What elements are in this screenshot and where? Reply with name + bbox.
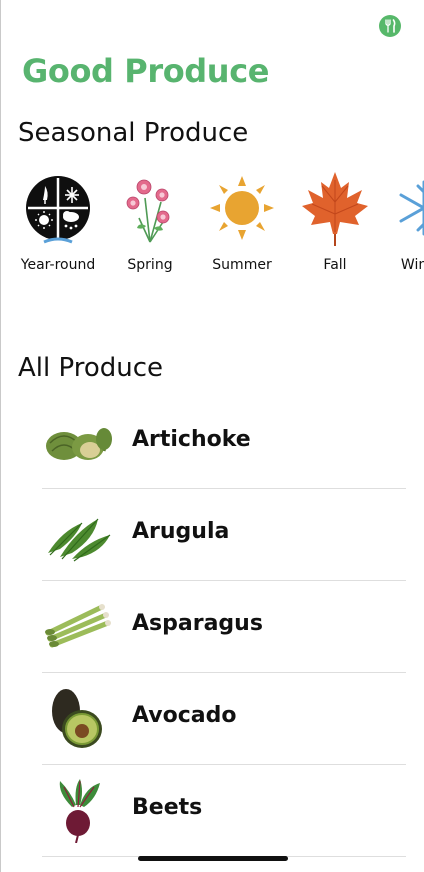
season-item-spring[interactable]: Spring: [106, 170, 194, 280]
seasonal-produce-title: Seasonal Produce: [18, 118, 249, 148]
season-label: Winter: [400, 257, 424, 273]
season-label: Fall: [323, 257, 347, 273]
maple-leaf-icon: [302, 172, 368, 246]
seasonal-carousel[interactable]: Year-round Spring Summer Fall Win: [0, 170, 424, 280]
app-title: Good Produce: [22, 52, 270, 90]
artichoke-image: [46, 428, 112, 460]
list-item-beets[interactable]: Beets: [0, 765, 424, 857]
produce-name: Artichoke: [132, 427, 251, 452]
produce-name: Asparagus: [132, 611, 263, 636]
season-item-summer[interactable]: Summer: [198, 170, 286, 280]
season-label: Spring: [127, 257, 173, 273]
fork-knife-icon[interactable]: [379, 15, 401, 37]
season-label: Year-round: [20, 257, 96, 273]
season-item-year-round[interactable]: Year-round: [14, 170, 102, 280]
produce-name: Beets: [132, 795, 203, 820]
produce-name: Arugula: [132, 519, 230, 544]
season-label: Summer: [212, 257, 272, 273]
snowflake-icon: [399, 180, 424, 236]
asparagus-image: [45, 604, 111, 648]
all-produce-title: All Produce: [18, 353, 164, 383]
list-item-avocado[interactable]: Avocado: [0, 673, 424, 765]
list-item-asparagus[interactable]: Asparagus: [0, 581, 424, 673]
avocado-image: [52, 689, 102, 748]
season-item-fall[interactable]: Fall: [291, 170, 379, 280]
produce-name: Avocado: [132, 703, 237, 728]
flowers-icon: [126, 179, 170, 243]
list-item-artichoke[interactable]: Artichoke: [0, 397, 424, 489]
season-item-winter[interactable]: Winter: [380, 170, 424, 280]
four-seasons-icon: [26, 176, 90, 244]
sun-icon: [210, 176, 274, 240]
list-item-arugula[interactable]: Arugula: [0, 489, 424, 581]
arugula-image: [48, 518, 111, 562]
home-indicator[interactable]: [138, 856, 288, 861]
beets-image: [59, 779, 100, 843]
